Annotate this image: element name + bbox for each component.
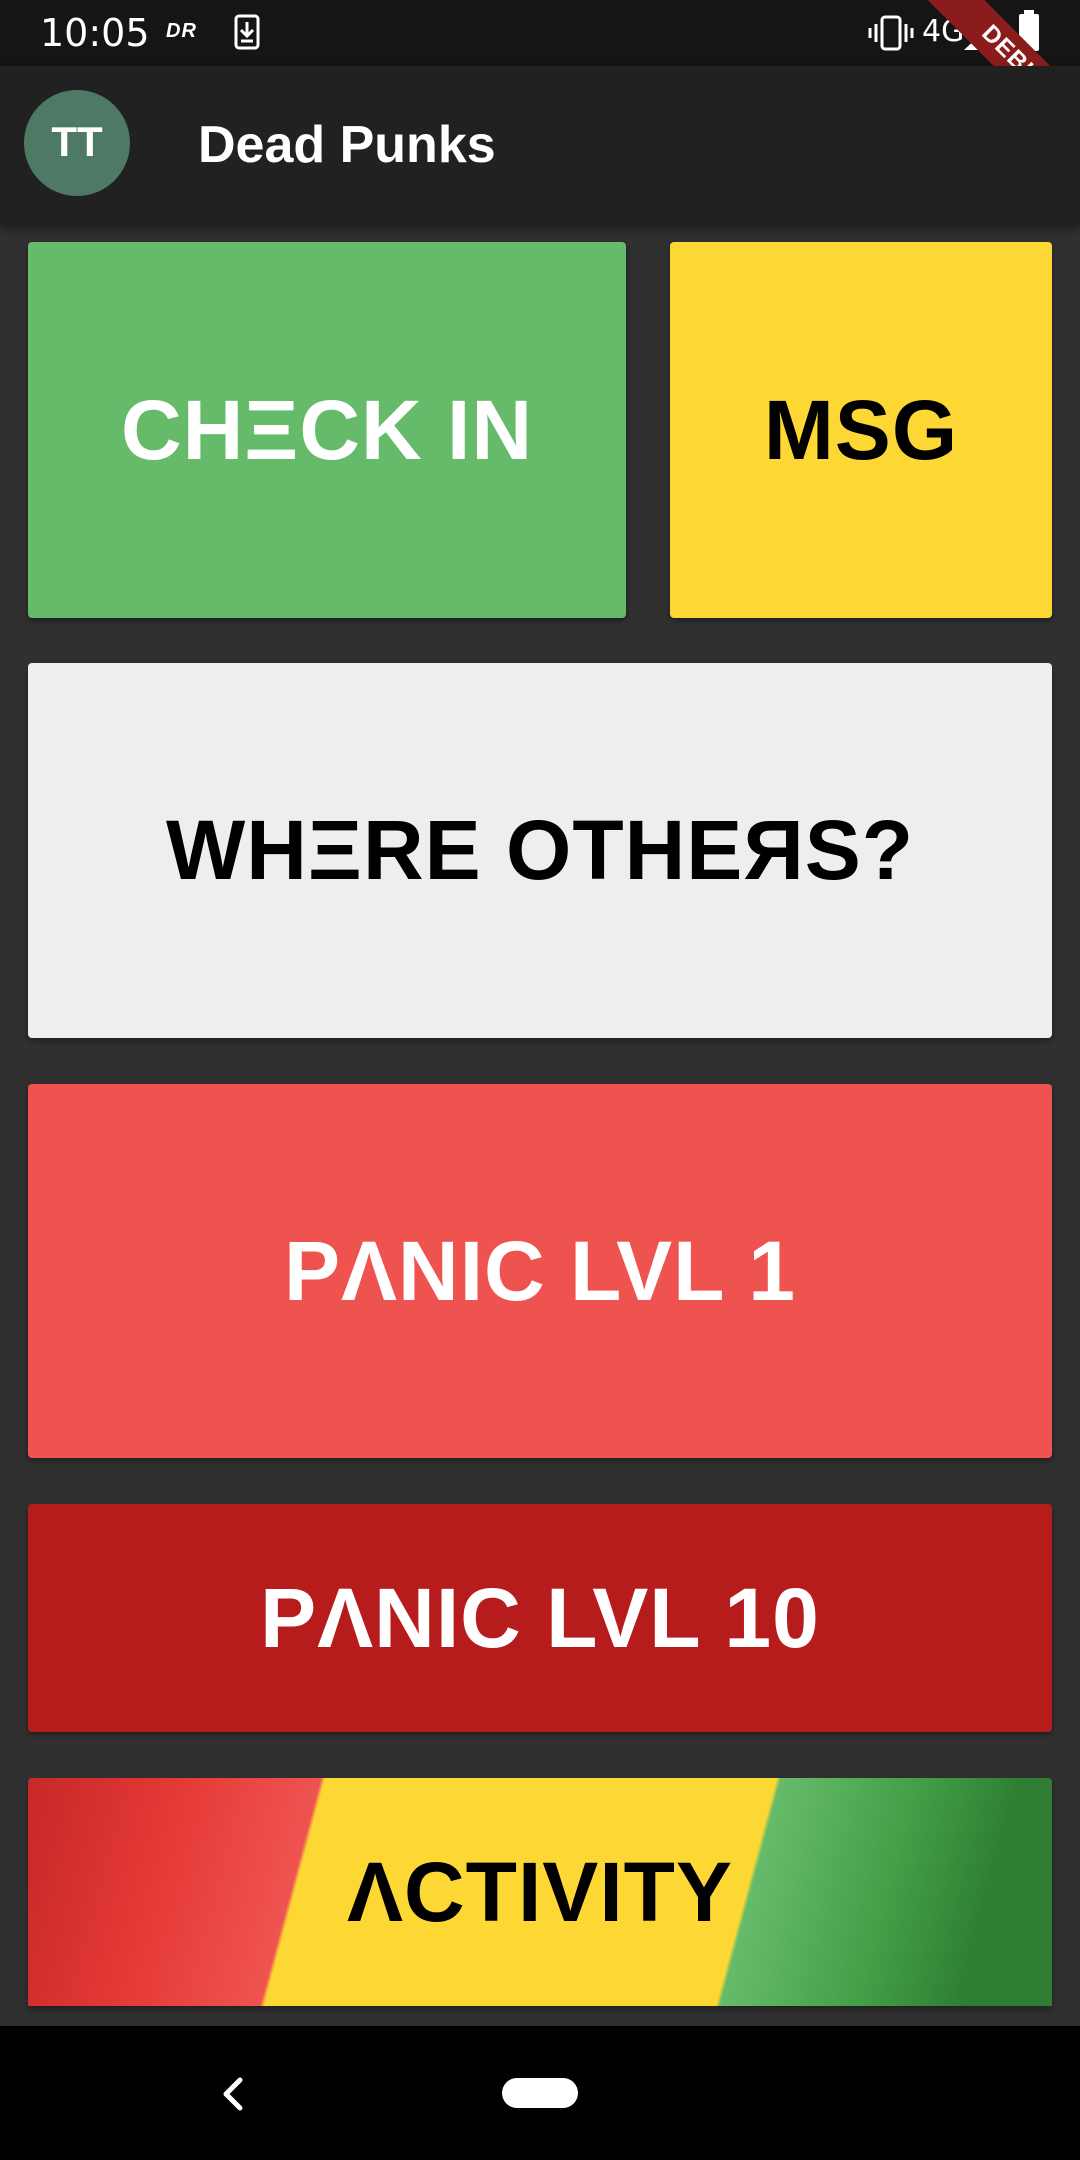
activity-button[interactable]: ΛCTIVITY xyxy=(28,1778,1052,2006)
where-others-label: WHΞRE OTHEЯS? xyxy=(165,803,915,897)
back-icon[interactable] xyxy=(218,2074,250,2114)
app-bar: TT Dead Punks xyxy=(0,66,1080,226)
check-in-button[interactable]: CHΞCK IN xyxy=(28,242,626,618)
vibrate-icon xyxy=(868,15,914,51)
battery-icon xyxy=(1019,10,1039,51)
network-type-label: 4G xyxy=(922,14,965,49)
where-others-button[interactable]: WHΞRE OTHEЯS? xyxy=(28,663,1052,1038)
signal-icon xyxy=(964,16,1000,50)
status-time: 10:05 xyxy=(40,11,150,55)
dr-app-icon: DR xyxy=(166,20,197,42)
activity-label: ΛCTIVITY xyxy=(346,1844,734,1939)
panic-lvl-10-button[interactable]: PΛNIC LVL 10 xyxy=(28,1504,1052,1732)
avatar[interactable]: TT xyxy=(24,90,130,196)
check-in-label: CHΞCK IN xyxy=(120,382,534,477)
status-bar: 10:05 DR 4G xyxy=(0,0,1080,66)
msg-button[interactable]: MSG xyxy=(670,242,1052,618)
msg-label: MSG xyxy=(763,382,959,477)
panic-lvl-1-label: PΛNIC LVL 1 xyxy=(283,1223,796,1318)
home-pill-icon[interactable] xyxy=(502,2078,578,2108)
navigation-bar xyxy=(0,2026,1080,2160)
panic-lvl-10-label: PΛNIC LVL 10 xyxy=(260,1570,820,1665)
panic-lvl-1-button[interactable]: PΛNIC LVL 1 xyxy=(28,1084,1052,1458)
page-title: Dead Punks xyxy=(198,116,496,174)
download-icon xyxy=(234,14,260,50)
